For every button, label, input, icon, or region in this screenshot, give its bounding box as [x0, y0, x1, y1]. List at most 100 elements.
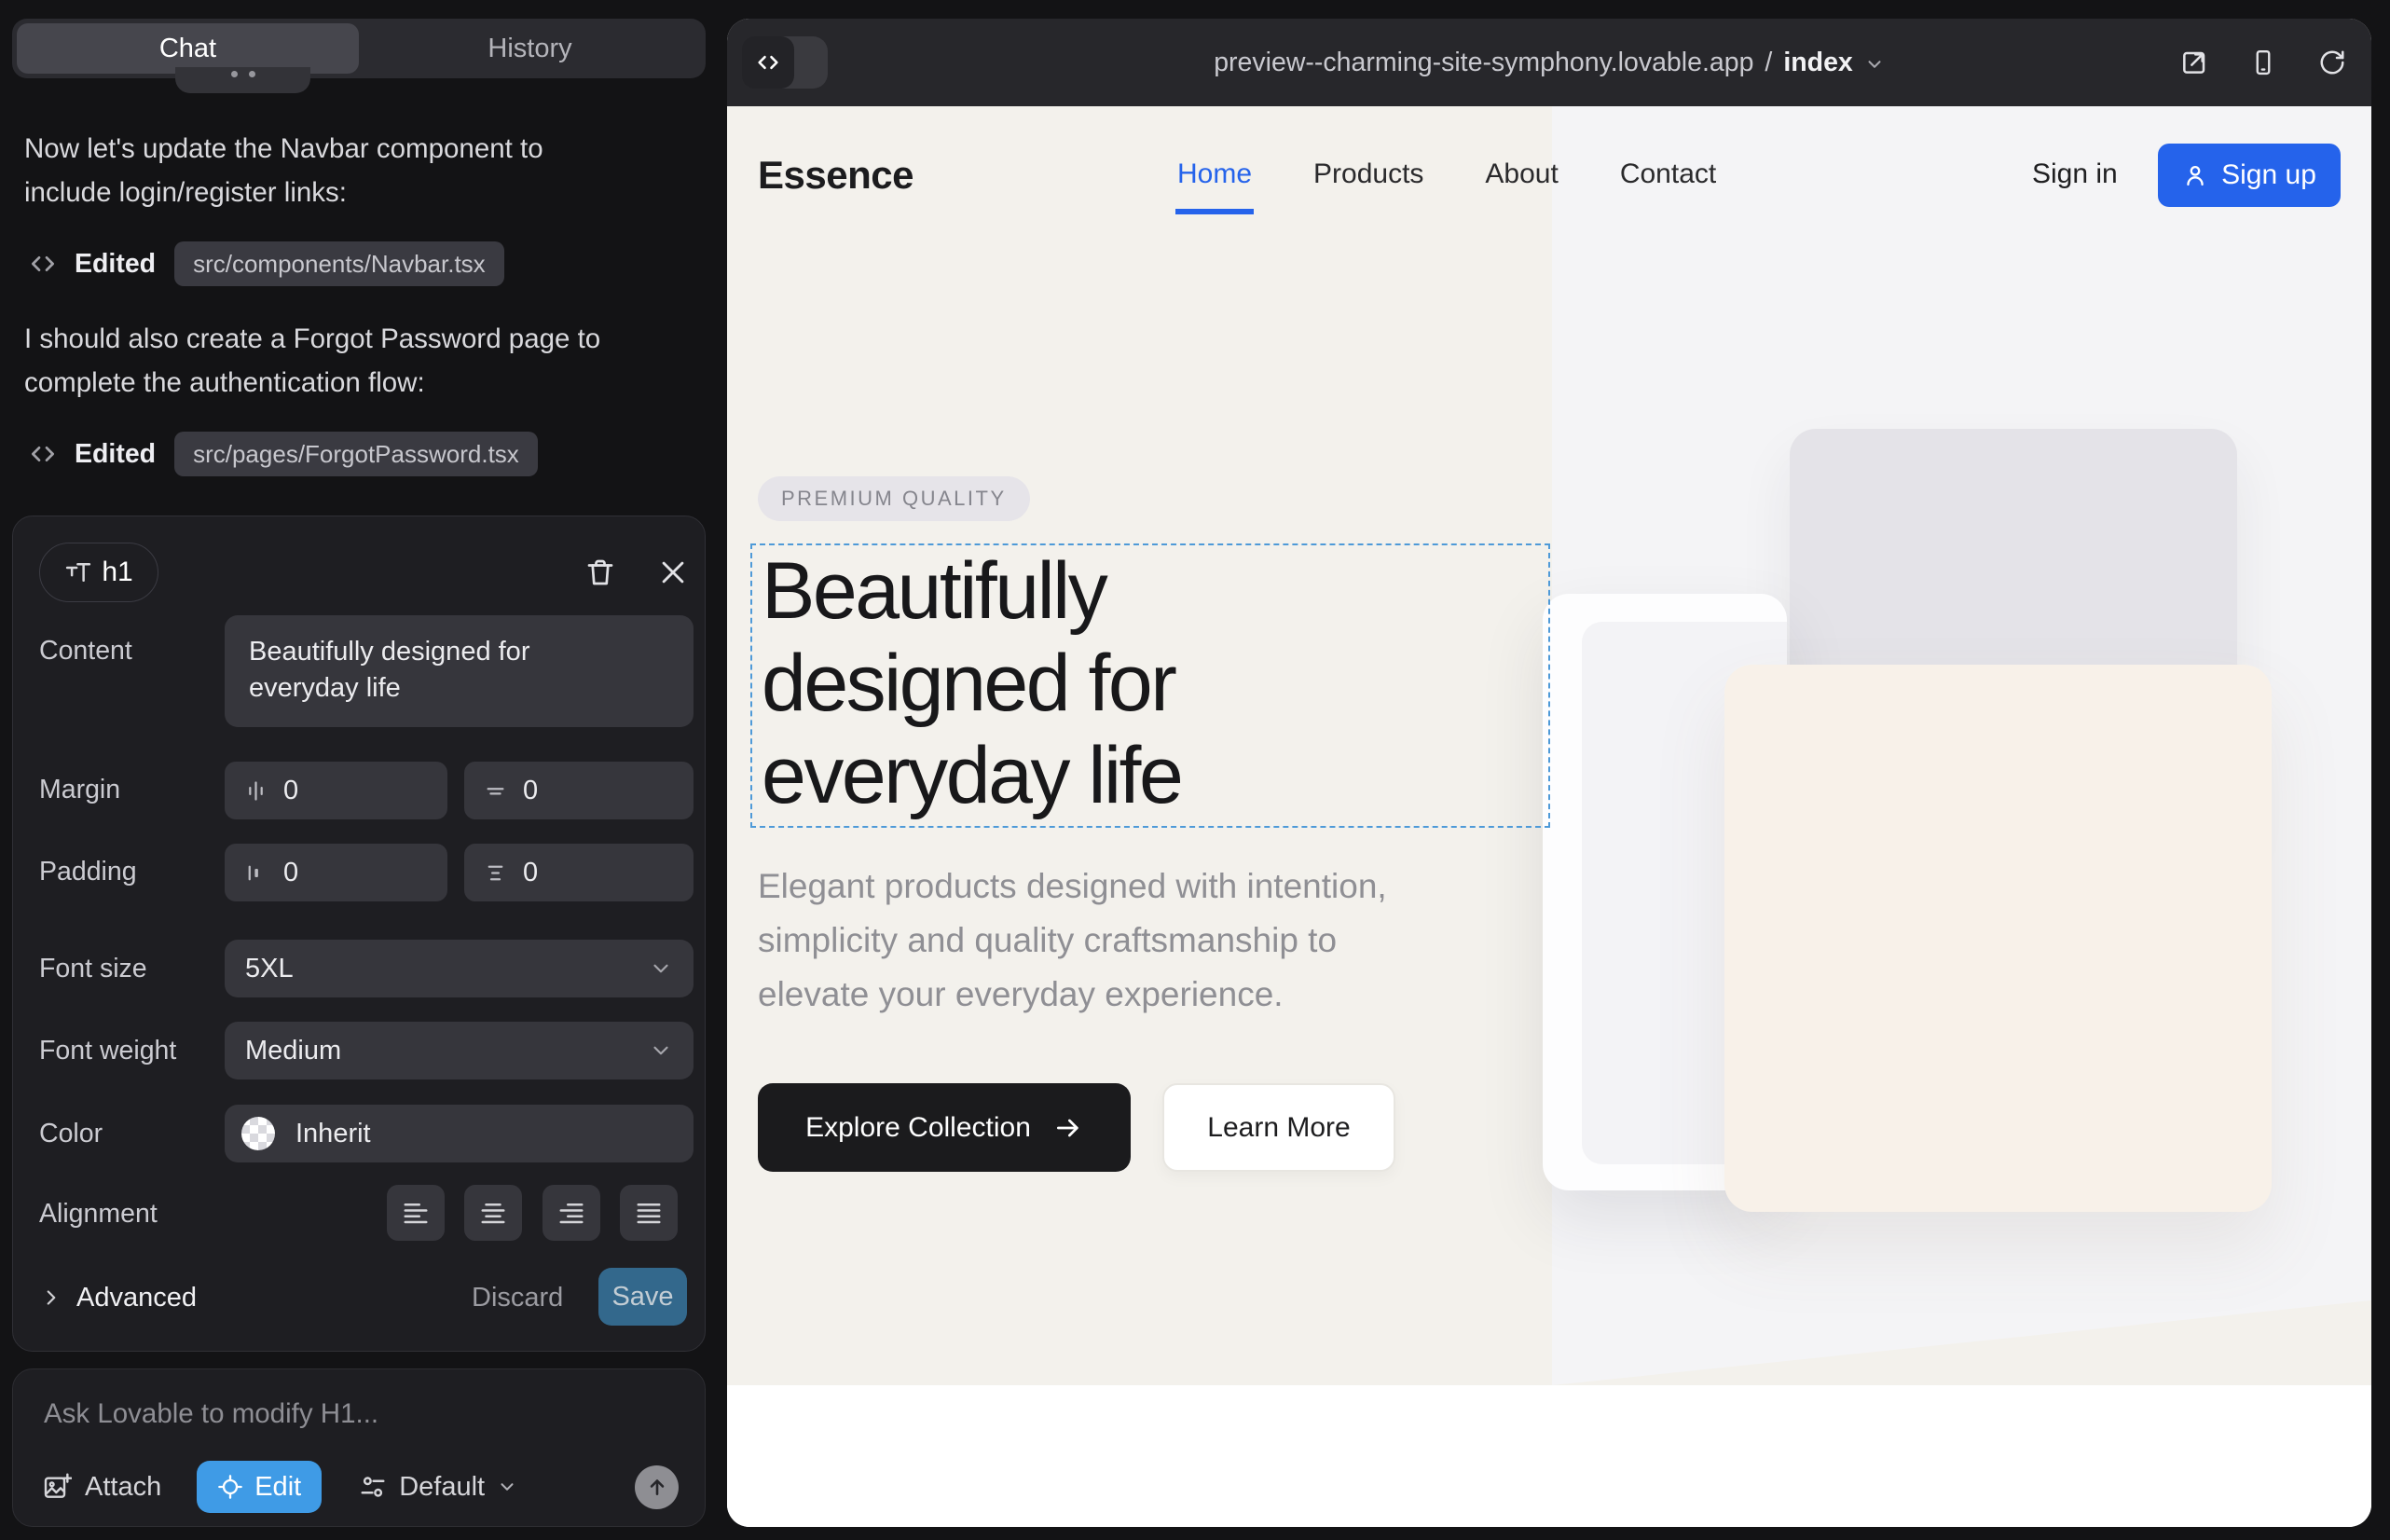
description-line: simplicity and quality craftsmanship to	[758, 914, 1387, 968]
heading-line: everyday life	[762, 730, 1181, 822]
chat-history-tabs: Chat History	[12, 19, 706, 78]
site-preview: Essence Home Products About Contact Sign…	[727, 106, 2371, 1527]
close-icon[interactable]	[652, 552, 694, 593]
arrow-right-icon	[1053, 1113, 1083, 1143]
target-icon	[217, 1474, 243, 1500]
url-separator: /	[1765, 48, 1772, 78]
code-icon	[28, 249, 58, 279]
tab-history[interactable]: History	[359, 23, 701, 74]
edited-file-row: Edited src/components/Navbar.tsx	[28, 241, 504, 287]
refresh-icon[interactable]	[2315, 46, 2349, 79]
chevron-down-icon	[649, 956, 673, 981]
mode-label: Default	[399, 1472, 485, 1503]
code-preview-toggle[interactable]	[742, 36, 828, 89]
font-weight-select[interactable]: Medium	[225, 1022, 694, 1079]
delete-element-button[interactable]	[580, 552, 621, 593]
preview-url[interactable]: preview--charming-site-symphony.lovable.…	[913, 19, 2185, 106]
font-size-label: Font size	[39, 954, 147, 984]
message-line: Now let's update the Navbar component to	[24, 127, 690, 171]
padding-label: Padding	[39, 857, 137, 887]
nav-link-about[interactable]: About	[1485, 158, 1558, 190]
site-navbar: Essence Home Products About Contact Sign…	[727, 106, 2371, 244]
align-left-button[interactable]	[387, 1185, 445, 1241]
hero-heading[interactable]: Beautifully designed for everyday life	[762, 545, 1181, 822]
chevron-down-icon	[1864, 54, 1885, 75]
edited-file-pill[interactable]: src/components/Navbar.tsx	[174, 241, 504, 286]
preview-window: preview--charming-site-symphony.lovable.…	[727, 19, 2371, 1527]
margin-label: Margin	[39, 775, 120, 805]
nav-link-products[interactable]: Products	[1313, 158, 1423, 190]
attach-button[interactable]: Attach	[42, 1472, 161, 1503]
font-weight-label: Font weight	[39, 1036, 176, 1066]
message-line: I should also create a Forgot Password p…	[24, 317, 690, 361]
content-label: Content	[39, 636, 132, 667]
app-root: Chat History Now let's update the Navbar…	[0, 0, 2390, 1540]
url-host: preview--charming-site-symphony.lovable.…	[1214, 48, 1753, 78]
hero-description: Elegant products designed with intention…	[758, 859, 1387, 1022]
chevron-down-icon	[649, 1038, 673, 1063]
nav-link-contact[interactable]: Contact	[1620, 158, 1716, 190]
site-logo[interactable]: Essence	[758, 153, 913, 198]
sign-up-button[interactable]: Sign up	[2158, 144, 2341, 207]
color-swatch	[241, 1117, 275, 1150]
save-button[interactable]: Save	[598, 1268, 687, 1326]
chat-sidebar: Chat History Now let's update the Navbar…	[0, 0, 727, 1540]
assistant-message: Now let's update the Navbar component to…	[24, 127, 690, 214]
tab-chat[interactable]: Chat	[17, 23, 359, 74]
message-line: complete the authentication flow:	[24, 361, 690, 405]
discard-button[interactable]: Discard	[472, 1283, 563, 1313]
assistant-message: I should also create a Forgot Password p…	[24, 317, 690, 405]
padding-x-value: 0	[283, 858, 298, 888]
scrolled-status-pill	[175, 67, 310, 93]
sign-in-link[interactable]: Sign in	[2032, 158, 2118, 190]
edit-mode-label: Edit	[254, 1472, 301, 1503]
image-plus-icon	[42, 1472, 72, 1502]
decor-card-cream	[1724, 665, 2272, 1212]
align-center-button[interactable]	[464, 1185, 522, 1241]
learn-more-button[interactable]: Learn More	[1162, 1083, 1395, 1172]
edited-file-pill[interactable]: src/pages/ForgotPassword.tsx	[174, 432, 538, 476]
padding-x-input[interactable]: 0	[225, 844, 447, 901]
advanced-label: Advanced	[76, 1283, 197, 1313]
code-icon	[742, 36, 794, 89]
chat-composer: Attach Edit Default	[12, 1368, 706, 1527]
composer-input[interactable]	[44, 1394, 659, 1435]
advanced-toggle[interactable]: Advanced	[39, 1281, 197, 1314]
nav-link-home[interactable]: Home	[1177, 158, 1252, 190]
font-size-value: 5XL	[245, 954, 294, 984]
selected-element-outline[interactable]: Beautifully designed for everyday life	[750, 543, 1550, 828]
message-line: include login/register links:	[24, 171, 690, 214]
mobile-view-icon[interactable]	[2246, 46, 2280, 79]
padding-y-input[interactable]: 0	[464, 844, 694, 901]
color-select[interactable]: Inherit	[225, 1105, 694, 1162]
heading-line: designed for	[762, 638, 1181, 730]
send-button[interactable]	[635, 1465, 679, 1509]
url-page: index	[1783, 48, 1852, 78]
padding-horizontal-icon	[243, 860, 268, 886]
code-icon	[28, 439, 58, 469]
color-label: Color	[39, 1119, 103, 1149]
alignment-label: Alignment	[39, 1199, 158, 1230]
align-justify-button[interactable]	[620, 1185, 678, 1241]
margin-horizontal-icon	[243, 778, 268, 804]
font-size-select[interactable]: 5XL	[225, 940, 694, 997]
element-editor-panel: h1 Content Beautifully designed for ever…	[12, 516, 706, 1352]
open-external-icon[interactable]	[2177, 46, 2211, 79]
mode-select[interactable]: Default	[359, 1472, 517, 1503]
content-textarea[interactable]: Beautifully designed for everyday life	[225, 615, 694, 727]
selected-element-pill[interactable]: h1	[39, 543, 158, 602]
chevron-down-icon	[497, 1477, 517, 1497]
description-line: elevate your everyday experience.	[758, 968, 1387, 1022]
browser-actions	[2177, 19, 2349, 106]
hero-badge: PREMIUM QUALITY	[758, 476, 1030, 521]
edit-mode-button[interactable]: Edit	[197, 1461, 322, 1513]
edited-file-row: Edited src/pages/ForgotPassword.tsx	[28, 431, 538, 477]
align-right-button[interactable]	[543, 1185, 600, 1241]
margin-y-input[interactable]: 0	[464, 762, 694, 819]
explore-collection-button[interactable]: Explore Collection	[758, 1083, 1131, 1172]
margin-x-input[interactable]: 0	[225, 762, 447, 819]
explore-collection-label: Explore Collection	[805, 1112, 1031, 1144]
content-line: everyday life	[249, 670, 669, 707]
preview-browser-bar: preview--charming-site-symphony.lovable.…	[727, 19, 2371, 106]
edited-label: Edited	[75, 249, 156, 280]
